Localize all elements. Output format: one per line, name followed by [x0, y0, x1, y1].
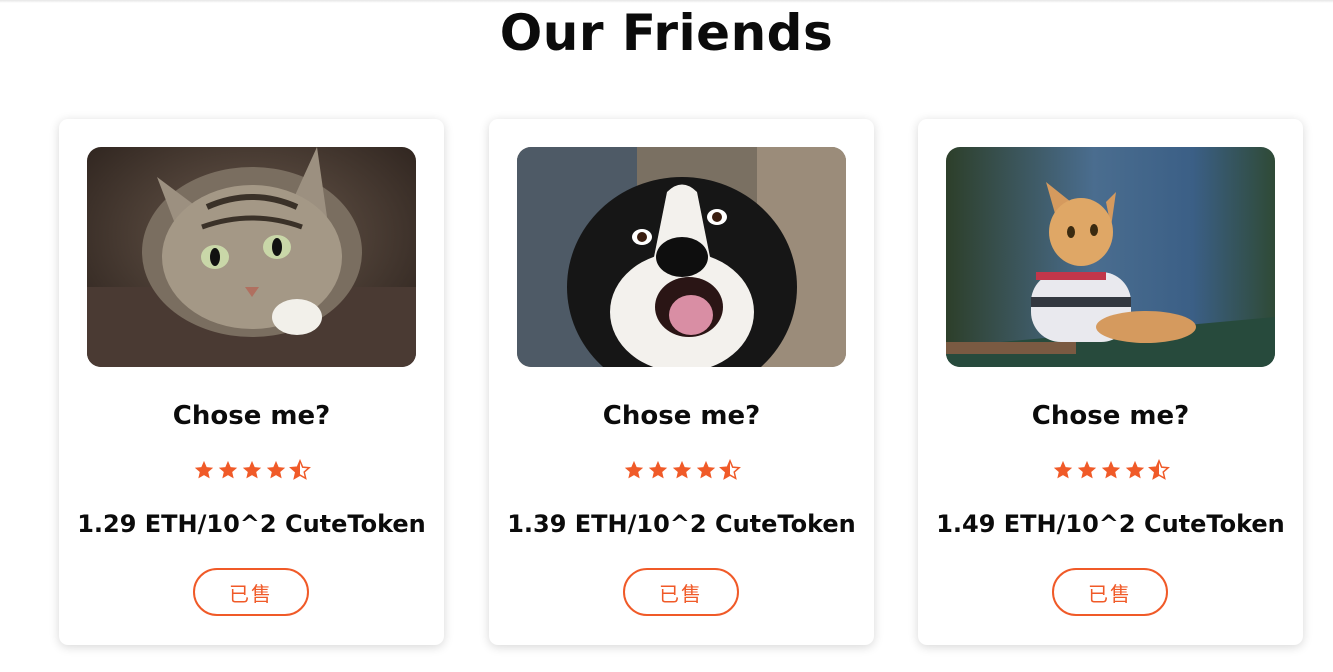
star-full-icon [242, 460, 261, 479]
friend-card: Chose me? 1.49 ETH/10^2 CuteToken 已售 [918, 119, 1303, 645]
card-title: Chose me? [602, 401, 761, 431]
star-full-icon [696, 460, 715, 479]
price-label: 1.49 ETH/10^2 CuteToken [936, 510, 1285, 538]
friend-card: Chose me? 1.29 ETH/10^2 CuteToken 已售 [59, 119, 444, 645]
star-half-icon [1147, 459, 1170, 480]
star-half-icon [288, 459, 311, 480]
star-full-icon [266, 460, 285, 479]
star-full-icon [194, 460, 213, 479]
star-full-icon [624, 460, 643, 479]
section-title: Our Friends [499, 4, 834, 62]
dog-photo[interactable] [517, 147, 846, 367]
star-full-icon [1053, 460, 1072, 479]
star-rating [918, 459, 1303, 481]
sold-button[interactable]: 已售 [623, 568, 739, 616]
card-title: Chose me? [172, 401, 331, 431]
cat-photo[interactable] [87, 147, 416, 367]
price-label: 1.29 ETH/10^2 CuteToken [77, 510, 426, 538]
star-full-icon [1101, 460, 1120, 479]
star-rating [489, 459, 874, 481]
star-full-icon [1125, 460, 1144, 479]
star-full-icon [1077, 460, 1096, 479]
cat-photo[interactable] [946, 147, 1275, 367]
sold-button[interactable]: 已售 [193, 568, 309, 616]
star-rating [59, 459, 444, 481]
top-divider [0, 0, 1333, 3]
star-full-icon [672, 460, 691, 479]
price-label: 1.39 ETH/10^2 CuteToken [507, 510, 856, 538]
sold-button[interactable]: 已售 [1052, 568, 1168, 616]
star-full-icon [218, 460, 237, 479]
card-title: Chose me? [1031, 401, 1190, 431]
friend-card: Chose me? 1.39 ETH/10^2 CuteToken 已售 [489, 119, 874, 645]
star-full-icon [648, 460, 667, 479]
star-half-icon [718, 459, 741, 480]
